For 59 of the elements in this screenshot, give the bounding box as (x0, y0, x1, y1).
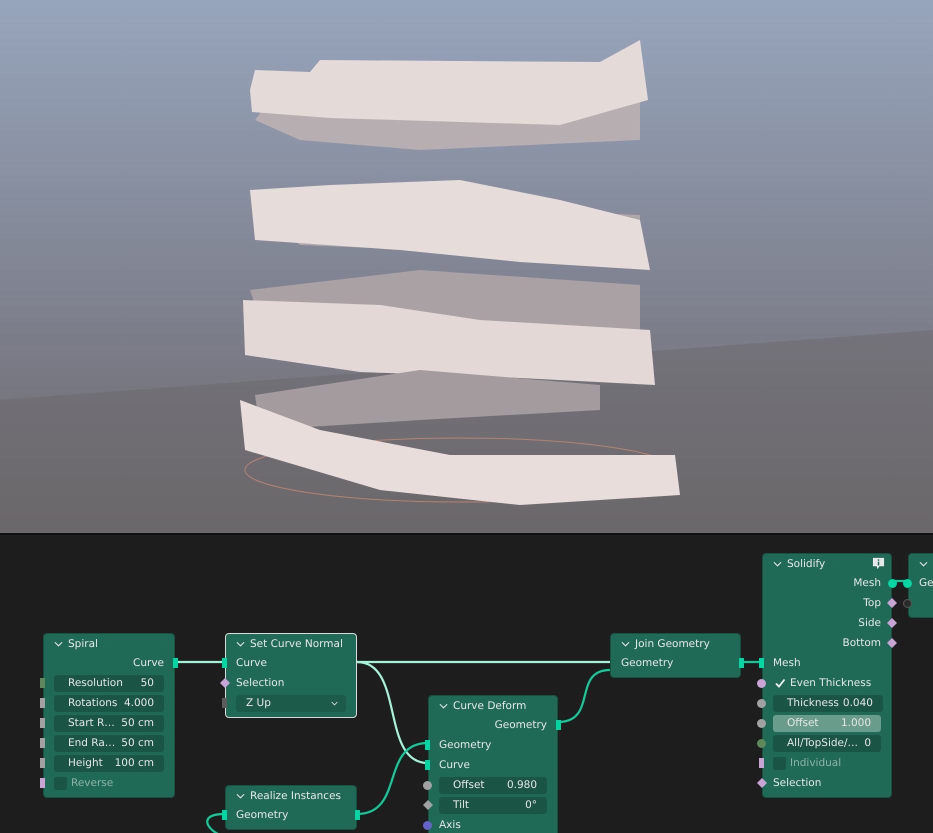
socket[interactable] (757, 738, 766, 748)
node-link (175, 660, 225, 664)
number-field[interactable]: Height 100 cm (54, 754, 164, 772)
checkbox-label: Reverse (71, 777, 114, 789)
number-field[interactable]: All/TopSide/… 0 (773, 734, 881, 752)
dropdown[interactable]: Z Up (236, 694, 346, 712)
socket-label: Curve (236, 657, 267, 669)
node-title: Realize Instances (250, 790, 341, 802)
socket[interactable] (757, 698, 766, 708)
caret-icon[interactable] (331, 700, 338, 706)
node-title: Join Geometry (635, 638, 710, 650)
chevron-icon[interactable] (439, 702, 448, 708)
socket[interactable] (423, 780, 432, 790)
node-link (741, 660, 762, 664)
node-title: Curve Deform (453, 700, 526, 712)
node-title: Set Curve Normal (250, 638, 343, 650)
node-panel[interactable]: Realize Instances Geometry (225, 785, 357, 830)
node-title: Spiral (68, 638, 98, 650)
socket-label: Curve (439, 759, 470, 771)
socket-label: Geometry (236, 809, 288, 821)
socket-label: Geometry (439, 739, 492, 751)
number-field[interactable]: End Ra… 50 cm (54, 734, 164, 752)
chevron-icon[interactable] (773, 560, 782, 566)
socket[interactable] (757, 678, 766, 688)
chevron-icon[interactable] (919, 560, 928, 566)
socket-label: Side (858, 617, 881, 629)
socket-label: Selection (773, 777, 822, 789)
node-panel[interactable]: Solidify Mesh Top Side Bottom Mesh Even Thickness Thickness 0.040 Offset 1.000 All/TopSide/… 0 Individual Selection (762, 553, 892, 798)
socket-label: Bottom (842, 637, 881, 649)
socket-label: Mesh (853, 577, 881, 589)
socket-label: Geometry (494, 719, 547, 731)
socket-label: Top (863, 597, 881, 609)
number-field[interactable]: Rotations 4.000 (54, 694, 164, 712)
chevron-icon[interactable] (54, 640, 63, 646)
socket-label: Ge (919, 577, 933, 589)
socket-label: Selection (236, 677, 284, 689)
socket-label: Axis (439, 819, 461, 831)
checkbox[interactable] (773, 676, 786, 690)
chevron-icon[interactable] (621, 640, 630, 646)
socket-label: Mesh (773, 657, 801, 669)
number-field[interactable]: Start R… 50 cm (54, 714, 164, 732)
node-panel[interactable]: Join Geometry Geometry (610, 633, 741, 678)
number-field[interactable]: Tilt 0° (439, 796, 547, 814)
chevron-icon[interactable] (236, 640, 245, 646)
node-panel[interactable]: Ge (908, 553, 933, 618)
checkbox-label: Even Thickness (790, 677, 872, 689)
node-title: Solidify (787, 558, 826, 570)
node-panel[interactable]: Spiral Curve Resolution 50 Rotations 4.000 Start R… 50 cm End Ra… 50 cm Height 100 cm Reverse (43, 633, 175, 798)
node-panel[interactable]: Set Curve Normal Curve Selection Z Up (225, 633, 357, 718)
socket-label: Geometry (621, 657, 674, 669)
info-icon[interactable] (872, 557, 885, 570)
node-panel[interactable]: Curve Deform Geometry Geometry Curve Offset 0.980 Tilt 0° Axis (428, 695, 558, 833)
checkbox-label: Individual (790, 757, 842, 769)
socket-label: Curve (133, 657, 164, 669)
number-field[interactable]: Resolution 50 (54, 674, 164, 692)
socket[interactable] (757, 718, 766, 728)
chevron-icon[interactable] (236, 792, 245, 798)
number-field[interactable]: Thickness 0.040 (773, 694, 883, 712)
number-field[interactable]: Offset 0.980 (439, 776, 547, 794)
